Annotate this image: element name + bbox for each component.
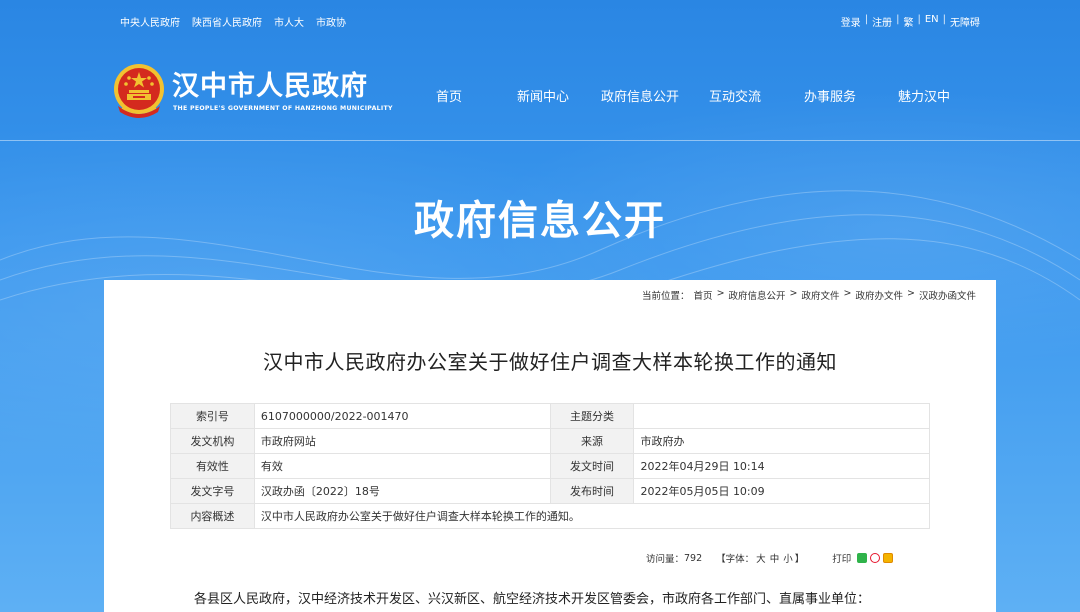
traditional-chinese-link[interactable]: 繁 [903, 14, 913, 29]
meta-value: 2022年05月05日 10:09 [633, 478, 930, 504]
meta-label: 发文字号 [170, 478, 255, 504]
meta-value: 市政府网站 [253, 428, 551, 454]
breadcrumb-separator: > [843, 288, 852, 299]
top-link-central-gov[interactable]: 中央人民政府 [120, 14, 180, 29]
share-icons [857, 553, 894, 563]
breadcrumb-gov-docs[interactable]: 政府文件 [802, 288, 840, 302]
breadcrumb-separator: > [716, 288, 725, 299]
account-links: 登录 | 注册 | 繁 | EN | 无障碍 [841, 14, 980, 29]
meta-label: 索引号 [170, 403, 255, 429]
top-link-shaanxi-gov[interactable]: 陕西省人民政府 [192, 14, 262, 29]
visits-count: 792 [684, 552, 703, 564]
accessibility-link[interactable]: 无障碍 [950, 14, 980, 29]
document-body-intro: 各县区人民政府，汉中经济技术开发区、兴汉新区、航空经济技术开发区管委会，市政府各… [194, 592, 871, 607]
meta-label: 发布时间 [549, 478, 635, 504]
visits-label: 访问量： [646, 554, 685, 565]
nav-gov-info[interactable]: 政府信息公开 [601, 86, 679, 105]
meta-value: 2022年04月29日 10:14 [633, 453, 930, 479]
weibo-share-icon[interactable] [870, 553, 881, 563]
document-meta-table: 索引号 6107000000/2022-001470 主题分类 发文机构 市政府… [170, 403, 931, 529]
separator: | [864, 14, 869, 25]
font-size-label: 【字体： [716, 554, 755, 565]
separator: | [896, 14, 900, 25]
separator: | [917, 14, 921, 25]
nav-interaction[interactable]: 互动交流 [709, 86, 761, 105]
table-row: 有效性 有效 发文时间 2022年04月29日 10:14 [170, 453, 930, 479]
meta-value [633, 403, 930, 429]
meta-label: 主题分类 [549, 403, 635, 429]
banner-title: 政府信息公开 [414, 198, 666, 244]
meta-value: 有效 [253, 453, 551, 479]
register-link[interactable]: 注册 [872, 14, 892, 29]
top-links: 中央人民政府 陕西省人民政府 市人大 市政协 [120, 14, 346, 29]
breadcrumb-office-letters[interactable]: 汉政办函文件 [919, 288, 976, 302]
nav-services[interactable]: 办事服务 [804, 86, 856, 105]
breadcrumb-home[interactable]: 首页 [694, 288, 713, 302]
qzone-share-icon[interactable] [883, 553, 894, 563]
document-tools: 访问量： 792 【字体： 大 中 小 】 打印 [646, 551, 894, 565]
print-button[interactable]: 打印 [832, 551, 851, 565]
login-link[interactable]: 登录 [841, 14, 861, 29]
table-row: 内容概述 汉中市人民政府办公室关于做好住户调查大样本轮换工作的通知。 [170, 503, 931, 529]
meta-label: 来源 [549, 428, 635, 454]
header-divider [0, 140, 1080, 141]
top-link-npc[interactable]: 市人大 [274, 14, 304, 29]
top-bar: 中央人民政府 陕西省人民政府 市人大 市政协 登录 | 注册 | 繁 | EN … [0, 0, 1080, 40]
font-small-button[interactable]: 小 [783, 551, 793, 565]
table-row: 发文字号 汉政办函〔2022〕18号 发布时间 2022年05月05日 10:0… [170, 478, 930, 504]
meta-value: 市政府办 [633, 428, 930, 454]
meta-label: 发文机构 [170, 428, 255, 454]
breadcrumb-separator: > [907, 288, 915, 299]
wechat-share-icon[interactable] [857, 553, 868, 563]
breadcrumb: 当前位置： 首页 > 政府信息公开 > 政府文件 > 政府办文件 > 汉政办函文… [642, 288, 976, 302]
meta-value: 6107000000/2022-001470 [253, 403, 551, 429]
table-row: 索引号 6107000000/2022-001470 主题分类 [170, 403, 930, 429]
nav-charm-hanzhong[interactable]: 魅力汉中 [898, 86, 950, 105]
meta-value: 汉政办函〔2022〕18号 [253, 478, 551, 504]
meta-label: 有效性 [170, 453, 255, 479]
separator: | [942, 14, 946, 25]
main-nav: 首页 新闻中心 政府信息公开 互动交流 办事服务 魅力汉中 [0, 86, 1080, 106]
table-row: 发文机构 市政府网站 来源 市政府办 [170, 428, 930, 454]
font-medium-button[interactable]: 中 [770, 551, 780, 565]
meta-label: 内容概述 [170, 503, 255, 529]
font-large-button[interactable]: 大 [756, 551, 766, 565]
english-link[interactable]: EN [925, 14, 939, 29]
nav-news[interactable]: 新闻中心 [517, 86, 569, 105]
meta-label: 发文时间 [549, 453, 635, 479]
breadcrumb-separator: > [789, 288, 798, 299]
font-size-bracket: 】 [794, 554, 805, 565]
breadcrumb-office-docs[interactable]: 政府办文件 [856, 288, 904, 302]
top-link-cppcc[interactable]: 市政协 [316, 14, 346, 29]
breadcrumb-gov-info[interactable]: 政府信息公开 [729, 288, 786, 302]
nav-home[interactable]: 首页 [436, 86, 462, 105]
breadcrumb-prefix: 当前位置： [642, 291, 690, 302]
meta-value: 汉中市人民政府办公室关于做好住户调查大样本轮换工作的通知。 [253, 503, 931, 529]
content-card: 当前位置： 首页 > 政府信息公开 > 政府文件 > 政府办文件 > 汉政办函文… [104, 280, 996, 612]
document-title: 汉中市人民政府办公室关于做好住户调查大样本轮换工作的通知 [263, 350, 837, 374]
site-subtitle: THE PEOPLE'S GOVERNMENT OF HANZHONG MUNI… [173, 105, 393, 112]
